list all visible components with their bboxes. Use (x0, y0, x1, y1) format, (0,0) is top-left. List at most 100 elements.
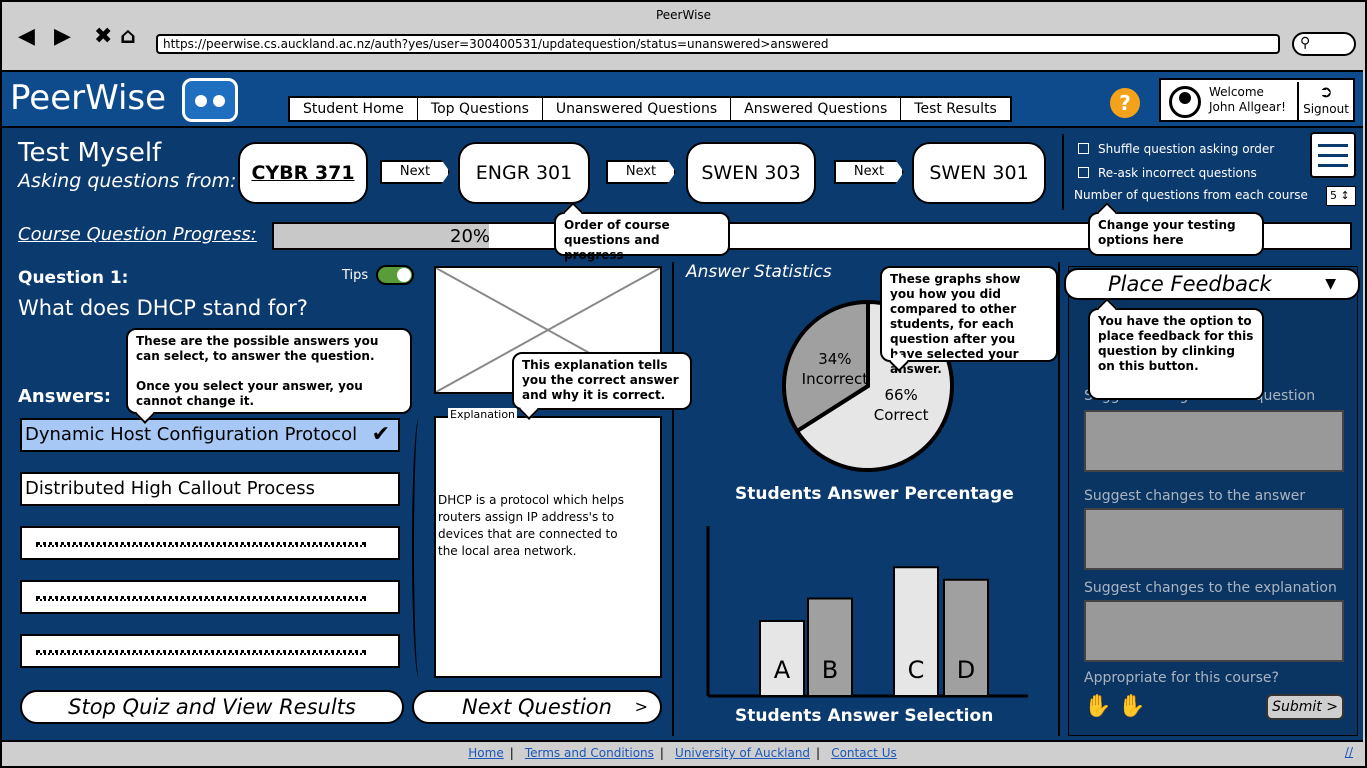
answers-label: Answers: (18, 386, 112, 407)
stats-divider (672, 262, 674, 736)
placeholder-text (36, 596, 366, 601)
app-area: PeerWise Student Home Top Questions Unan… (2, 70, 1363, 740)
bar-b (807, 597, 853, 697)
thumbs-up-icon[interactable]: ✋ (1084, 694, 1111, 719)
search-icon: ⚲ (1300, 35, 1311, 51)
next-arrow-1: Next (380, 160, 450, 184)
tab-test-results[interactable]: Test Results (901, 98, 1010, 120)
callout-options: Change your testing options here (1088, 202, 1264, 256)
bar-chart-title: Students Answer Selection (735, 706, 994, 726)
logo[interactable]: PeerWise (10, 78, 166, 118)
answer-option-1[interactable]: Dynamic Host Configuration Protocol ✔ (20, 418, 400, 452)
feedback-divider (1058, 262, 1060, 736)
welcome-text: Welcome John Allgear! (1209, 85, 1286, 114)
shuffle-checkbox[interactable] (1078, 143, 1089, 154)
place-feedback-button[interactable]: Place Feedback ▼ (1064, 268, 1360, 300)
pie-slice-label: Correct (874, 406, 929, 424)
placeholder-text (36, 650, 366, 655)
submit-button[interactable]: Submit > (1266, 694, 1344, 720)
tab-answered-questions[interactable]: Answered Questions (731, 98, 902, 120)
answer-feedback-input[interactable] (1084, 508, 1344, 570)
callout-answers: These are the possible answers you can s… (126, 328, 412, 424)
question-title: Question 1: (18, 268, 129, 288)
pie-percent-label: 66% (884, 386, 917, 404)
chevron-right-icon: > (1326, 699, 1338, 715)
app-header: PeerWise Student Home Top Questions Unan… (2, 72, 1363, 128)
resize-grip-icon[interactable]: // (1339, 742, 1359, 762)
stats-title: Answer Statistics (686, 262, 832, 282)
page-subtitle: Asking questions from: (18, 170, 237, 192)
tips-label: Tips (342, 268, 369, 283)
pie-slice-label: Incorrect (802, 370, 869, 388)
browser-search[interactable]: ⚲ (1292, 32, 1356, 56)
tab-student-home[interactable]: Student Home (290, 98, 418, 120)
close-icon[interactable]: ✖ (94, 24, 112, 50)
question-feedback-input[interactable] (1084, 410, 1344, 472)
options-divider (1062, 134, 1064, 210)
pie-chart-title: Students Answer Percentage (735, 484, 1014, 504)
signout-icon: ➲ (1319, 82, 1333, 101)
progress-label[interactable]: Course Question Progress: (18, 224, 257, 245)
course-swen-301[interactable]: SWEN 301 (912, 142, 1046, 204)
bar-label: B (822, 656, 838, 684)
callout-feedback: You have the option to place feedback fo… (1088, 298, 1264, 400)
course-swen-303[interactable]: SWEN 303 (686, 142, 816, 204)
settings-sliders-icon[interactable] (1310, 132, 1356, 178)
shuffle-option[interactable]: Shuffle question asking order (1078, 142, 1274, 156)
footer-link-home[interactable]: Home (462, 743, 509, 763)
footer-link-contact[interactable]: Contact Us (825, 743, 903, 763)
bar-label: D (957, 656, 975, 684)
help-icon[interactable]: ? (1110, 88, 1140, 118)
stop-quiz-button[interactable]: Stop Quiz and View Results (20, 690, 404, 724)
home-icon[interactable]: ⌂ (120, 24, 136, 50)
footer-link-university[interactable]: University of Auckland (669, 743, 816, 763)
placeholder-text (36, 542, 366, 547)
reask-checkbox[interactable] (1078, 167, 1089, 178)
checkmark-icon: ✔ (371, 422, 390, 447)
chevron-right-icon: > (634, 697, 648, 716)
explanation-brace (412, 418, 426, 678)
course-engr-301[interactable]: ENGR 301 (458, 142, 590, 204)
url-bar[interactable]: https://peerwise.cs.auckland.ac.nz/auth?… (156, 34, 1280, 54)
page-title: Test Myself (18, 138, 162, 168)
explanation-label: Explanation (448, 408, 518, 421)
answer-option-2[interactable]: Distributed High Callout Process (20, 472, 400, 506)
reask-option[interactable]: Re-ask incorrect questions (1078, 166, 1257, 180)
next-arrow-3: Next (834, 160, 904, 184)
question-count-label: Number of questions from each course (1074, 188, 1308, 202)
callout-graphs: These graphs show you how you did compar… (880, 266, 1058, 376)
label-suggest-answer: Suggest changes to the answer (1084, 488, 1306, 504)
window-title: PeerWise (655, 8, 712, 22)
tips-toggle[interactable] (376, 265, 414, 285)
bar-c (893, 566, 939, 697)
signout-button[interactable]: ➲ Signout (1297, 82, 1353, 120)
question-text: What does DHCP stand for? (18, 296, 308, 320)
bar-label: C (908, 656, 925, 684)
explanation-text: DHCP is a protocol which helps routers a… (438, 493, 624, 558)
user-box: Welcome John Allgear! ➲ Signout (1159, 78, 1355, 122)
callout-course-order: Order of course questions and progress (554, 202, 730, 262)
answer-option-4[interactable] (20, 580, 400, 614)
tab-top-questions[interactable]: Top Questions (418, 98, 543, 120)
thumbs-down-icon[interactable]: ✋ (1118, 694, 1145, 719)
course-cybr-371[interactable]: CYBR 371 (238, 142, 368, 204)
avatar (1169, 86, 1201, 118)
next-question-button[interactable]: Next Question > (412, 690, 662, 724)
footer-link-terms[interactable]: Terms and Conditions (519, 743, 660, 763)
progress-text: 20% (450, 226, 491, 247)
label-suggest-explanation: Suggest changes to the explanation (1084, 580, 1337, 596)
callout-explanation: This explanation tells you the correct a… (512, 352, 692, 420)
next-arrow-2: Next (606, 160, 676, 184)
answer-option-3[interactable] (20, 526, 400, 560)
label-appropriate: Appropriate for this course? (1084, 670, 1279, 686)
question-count-stepper[interactable]: 5 ↕ (1326, 186, 1356, 206)
caret-down-icon: ▼ (1325, 276, 1336, 292)
forward-icon[interactable]: ▶ (54, 24, 71, 50)
pie-slice-incorrect (782, 299, 870, 434)
tab-unanswered-questions[interactable]: Unanswered Questions (543, 98, 732, 120)
pie-percent-label: 34% (818, 350, 851, 368)
explanation-feedback-input[interactable] (1084, 600, 1344, 662)
back-icon[interactable]: ◀ (18, 24, 35, 50)
answer-option-5[interactable] (20, 634, 400, 668)
bar-d (943, 578, 989, 697)
